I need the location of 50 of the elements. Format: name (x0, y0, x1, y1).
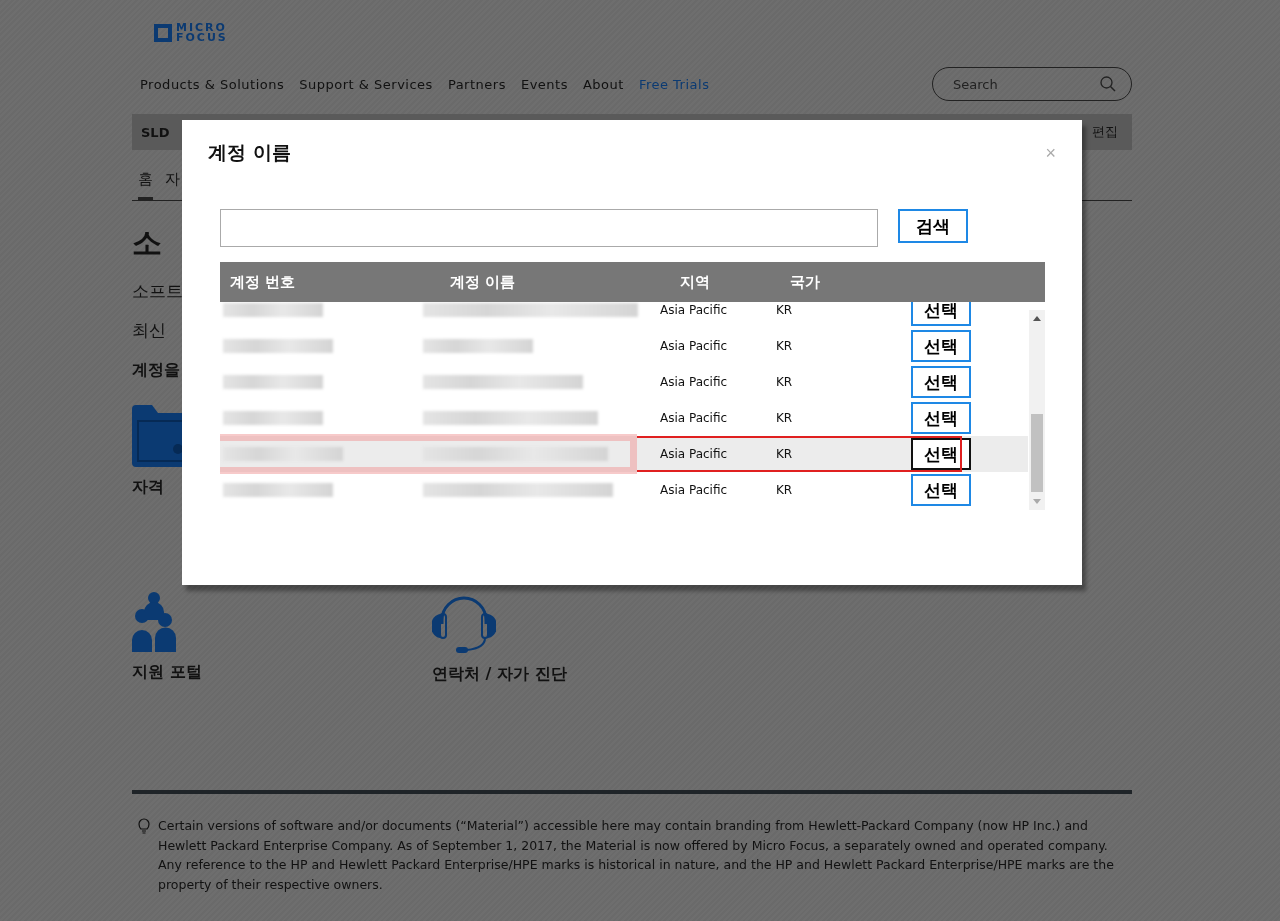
tile-label[interactable]: 자격 (132, 477, 164, 498)
intro-text: 소프트 (132, 280, 183, 303)
search-button[interactable]: 검색 (898, 209, 968, 243)
nav-link[interactable]: Events (520, 76, 568, 92)
column-header: 지역 (679, 272, 711, 292)
nav-link[interactable]: About (582, 76, 624, 92)
table-row[interactable]: Asia Pacific KR 선택 (220, 472, 1028, 508)
table-cell-text: Asia Pacific (660, 447, 729, 461)
select-button[interactable]: 선택 (911, 330, 971, 362)
table-cell-text: KR (776, 375, 794, 389)
close-button[interactable]: × (1045, 140, 1056, 166)
tile-label[interactable]: 지원 포털 (132, 662, 202, 683)
bar-title: SLD (141, 124, 170, 140)
table-cell-text: KR (776, 447, 794, 461)
table-cell-text: KR (776, 303, 794, 317)
tab[interactable]: 홈 (138, 170, 153, 200)
column-header: 계정 번호 (229, 272, 297, 292)
table-cell-text: KR (776, 411, 794, 425)
edit-link[interactable]: 편집 (1092, 123, 1118, 141)
table-row[interactable]: Asia Pacific KR 선택 (220, 400, 1028, 436)
table-cell-text: Asia Pacific (660, 411, 729, 425)
table-row[interactable]: Asia Pacific KR 선택 (220, 302, 1028, 328)
nav-link[interactable]: Products & Solutions (140, 76, 285, 92)
page-heading: 소 (132, 224, 162, 262)
legal-notice: Certain versions of software and/or documents (“Material”) accessible here may contain branding from Hewlett-Packard Company (now HP Inc.) and Hewlett Packard Enterprise Company. As of September 1, 2017, the Material is now offered by Micro Focus, a separately owned and operated company. Any reference to the HP and Hewlett Packard Enterprise/HPE marks is historical in nature, and the HP and Hewlett Packard Enterprise/HPE marks are the property of their respective owners. (158, 817, 1115, 894)
table-cell-text: Asia Pacific (660, 339, 729, 353)
tab[interactable]: 자 (165, 170, 180, 200)
select-button[interactable]: 선택 (911, 366, 971, 398)
column-header: 국가 (789, 272, 821, 292)
select-button[interactable]: 선택 (911, 402, 971, 434)
tile-label[interactable]: 연락처 / 자가 진단 (432, 664, 567, 685)
logo[interactable]: MICRO FOCUS (154, 20, 228, 46)
select-button[interactable]: 선택 (911, 438, 971, 470)
search-field[interactable]: Search (932, 67, 1132, 101)
table-cell-text: KR (776, 339, 794, 353)
body-text: 최신 (132, 319, 166, 342)
nav-link[interactable]: Free Trials (638, 76, 710, 92)
table-row[interactable]: Asia Pacific KR 선택 (220, 364, 1028, 400)
table-cell-text: KR (776, 483, 794, 497)
dialog-title: 계정 이름 (208, 140, 291, 165)
table-cell-text: Asia Pacific (660, 303, 729, 317)
table-row[interactable]: Asia Pacific KR 선택 (220, 328, 1028, 364)
nav-link[interactable]: Support & Services (299, 76, 433, 92)
table-cell-text: Asia Pacific (660, 483, 729, 497)
section-title: 계정을 (132, 360, 180, 381)
select-button[interactable]: 선택 (911, 474, 971, 506)
column-header: 계정 이름 (449, 272, 517, 292)
select-button[interactable]: 선택 (911, 302, 971, 326)
table-cell-text: Asia Pacific (660, 375, 729, 389)
nav-link[interactable]: Partners (447, 76, 506, 92)
